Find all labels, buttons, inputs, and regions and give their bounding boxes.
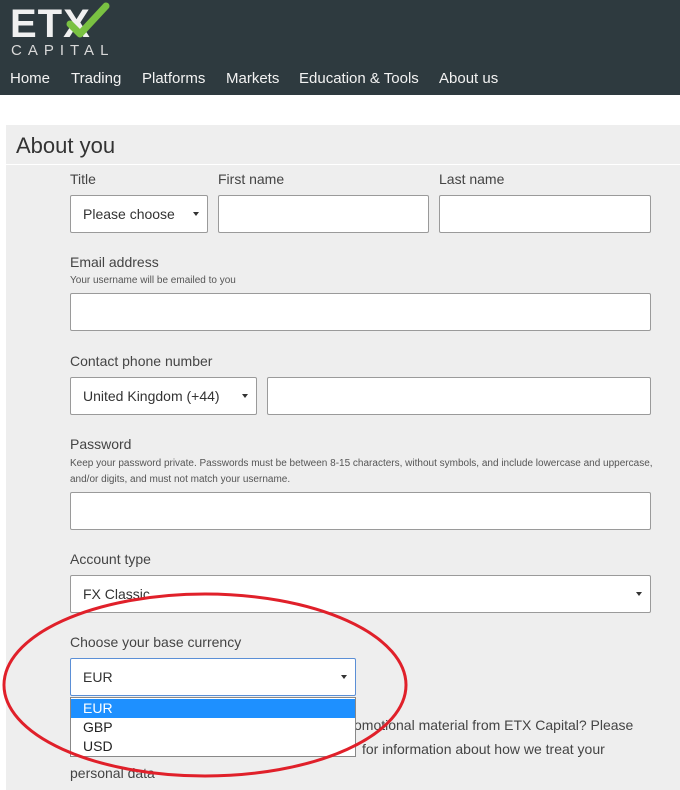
password-hint: Keep your password private. Passwords mu…: [70, 458, 653, 485]
email-input[interactable]: [70, 293, 651, 331]
phone-label: Contact phone number: [70, 353, 213, 369]
logo-subtitle: CAPITAL: [11, 42, 115, 59]
nav-markets[interactable]: Markets: [226, 70, 279, 87]
last-name-label: Last name: [439, 171, 505, 187]
password-label: Password: [70, 436, 132, 452]
marketing-text-line2: for information about how we treat your: [362, 741, 605, 757]
country-code-select[interactable]: United Kingdom (+44): [70, 377, 257, 415]
first-name-label: First name: [218, 171, 285, 187]
marketing-text-line1: omotional material from ETX Capital? Ple…: [354, 717, 634, 733]
currency-option-usd[interactable]: USD: [71, 737, 355, 756]
phone-input[interactable]: [267, 377, 651, 415]
account-type-value: FX Classic: [83, 586, 150, 602]
chevron-down-icon: [341, 675, 347, 679]
etx-capital-logo[interactable]: ETX CAPITAL: [8, 2, 110, 62]
title-select[interactable]: Please choose: [70, 195, 208, 233]
title-select-value: Please choose: [83, 206, 175, 222]
currency-option-gbp[interactable]: GBP: [71, 718, 355, 737]
email-label: Email address: [70, 254, 159, 270]
country-code-value: United Kingdom (+44): [83, 388, 220, 404]
section-title: About you: [16, 133, 116, 158]
chevron-down-icon: [193, 212, 199, 216]
currency-label: Choose your base currency: [70, 634, 242, 650]
email-hint: Your username will be emailed to you: [70, 275, 236, 286]
title-label: Title: [70, 171, 96, 187]
currency-option-eur[interactable]: EUR: [71, 699, 355, 718]
marketing-text-line3: personal data: [70, 765, 155, 781]
site-header: ETX CAPITAL Home Trading Platforms Marke…: [0, 0, 680, 95]
nav-education-tools[interactable]: Education & Tools: [299, 70, 419, 87]
chevron-down-icon: [242, 394, 248, 398]
currency-select[interactable]: EUR: [70, 658, 356, 696]
panel-divider: [6, 164, 680, 165]
nav-platforms[interactable]: Platforms: [142, 70, 205, 87]
nav-trading[interactable]: Trading: [71, 70, 121, 87]
currency-value: EUR: [83, 669, 113, 685]
last-name-input[interactable]: [439, 195, 651, 233]
password-input[interactable]: [70, 492, 651, 530]
nav-home[interactable]: Home: [10, 70, 50, 87]
account-type-select[interactable]: FX Classic: [70, 575, 651, 613]
logo-check-icon: [66, 2, 110, 38]
currency-dropdown-list: EUR GBP USD: [70, 697, 356, 757]
chevron-down-icon: [636, 592, 642, 596]
nav-about-us[interactable]: About us: [439, 70, 498, 87]
account-type-label: Account type: [70, 551, 151, 567]
first-name-input[interactable]: [218, 195, 429, 233]
